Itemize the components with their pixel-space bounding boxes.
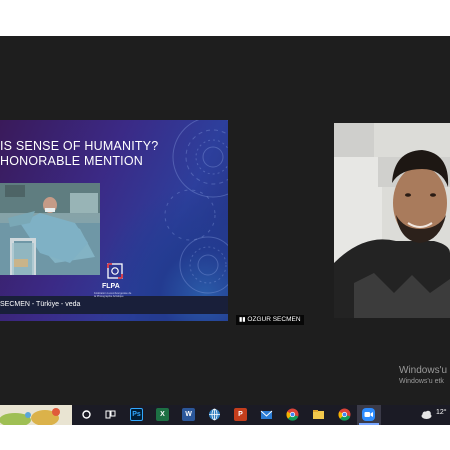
flpa-logo-icon	[107, 263, 123, 279]
webcam-feed-image	[334, 123, 450, 318]
flpa-logo-text: FLPA	[102, 283, 120, 290]
powerpoint-icon[interactable]: P	[234, 408, 247, 421]
slide-title-line1: IS SENSE OF HUMANITY?	[0, 139, 159, 153]
photo-caption-bar: SECMEN - Türkiye - veda	[0, 296, 228, 314]
word-icon[interactable]: W	[182, 408, 195, 421]
search-highlight-image	[0, 405, 72, 425]
taskbar-search-banner[interactable]	[0, 405, 72, 425]
search-icon[interactable]	[80, 408, 93, 421]
flpa-logo-subtext: Fédération Luxembourgeoise de la Photogr…	[94, 292, 132, 298]
participant-name: OZGUR SECMEN	[247, 316, 301, 323]
signal-bars-icon: ▮▮	[239, 317, 246, 323]
participant-name-label: ▮▮ OZGUR SECMEN	[236, 308, 304, 326]
weather-icon[interactable]	[420, 408, 433, 421]
hospital-scene-image	[0, 183, 100, 275]
photoshop-icon[interactable]: Ps	[130, 408, 143, 421]
award-photo	[0, 183, 100, 275]
chrome-alt-icon[interactable]	[338, 408, 351, 421]
file-explorer-icon[interactable]	[312, 408, 325, 421]
windows-activation-watermark-text: Windows'u etk	[399, 378, 444, 385]
task-view-icon[interactable]	[104, 408, 117, 421]
excel-icon[interactable]: X	[156, 408, 169, 421]
chrome-icon[interactable]	[286, 408, 299, 421]
weather-temperature: 12°	[436, 409, 447, 416]
zoom-icon	[362, 408, 375, 421]
active-app-indicator	[359, 423, 379, 425]
windows-activation-watermark-title: Windows'u	[399, 365, 448, 376]
network-globe-icon[interactable]	[208, 408, 221, 421]
zoom-taskbar-button[interactable]	[357, 405, 381, 425]
photo-caption: SECMEN - Türkiye - veda	[0, 301, 81, 308]
mail-icon[interactable]	[260, 408, 273, 421]
participant-video[interactable]	[334, 123, 450, 318]
shared-screen-slide[interactable]: IS SENSE OF HUMANITY? HONORABLE MENTION …	[0, 120, 228, 321]
slide-title-line2: HONORABLE MENTION	[0, 154, 143, 168]
